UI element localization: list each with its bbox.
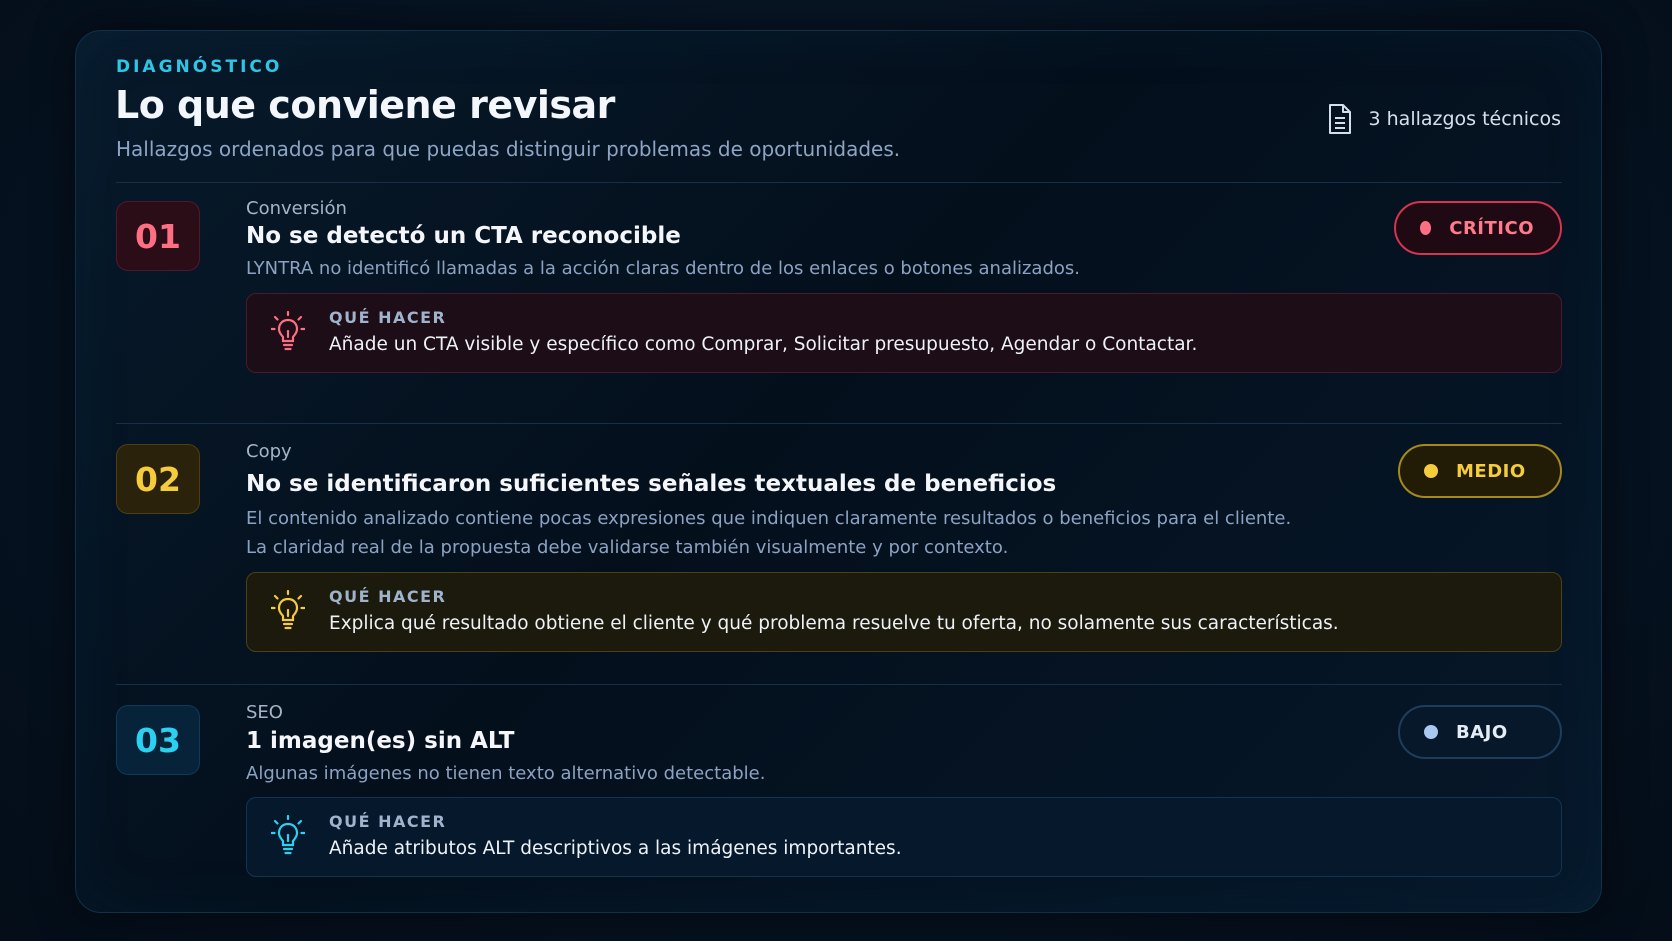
- severity-dot: [1420, 221, 1432, 235]
- finding-description-line: La claridad real de la propuesta debe va…: [246, 537, 1009, 558]
- finding-divider: [116, 684, 1562, 685]
- finding-number: 02: [116, 444, 200, 514]
- tip-label: QUÉ HACER: [329, 812, 447, 831]
- lightbulb-icon: [270, 310, 306, 355]
- diagnostic-card: DIAGNÓSTICO Lo que conviene revisar Hall…: [75, 30, 1602, 913]
- finding-description-line: LYNTRA no identificó llamadas a la acció…: [246, 258, 1081, 279]
- tip-text: Añade un CTA visible y específico como C…: [329, 334, 1198, 355]
- tip-box: QUÉ HACER Añade atributos ALT descriptiv…: [246, 797, 1562, 877]
- findings-count-label: 3 hallazgos técnicos: [1368, 108, 1562, 130]
- finding-item: 03 SEO 1 imagen(es) sin ALT Algunas imág…: [116, 702, 1562, 895]
- page-title: Lo que conviene revisar: [115, 83, 615, 127]
- finding-title: No se identificaron suficientes señales …: [246, 471, 1057, 497]
- lightbulb-icon: [270, 589, 306, 634]
- lightbulb-icon: [270, 814, 306, 859]
- section-eyebrow: DIAGNÓSTICO: [116, 57, 283, 77]
- finding-description: LYNTRA no identificó llamadas a la acció…: [246, 254, 1396, 283]
- finding-item: 02 Copy No se identificaron suficientes …: [116, 441, 1562, 654]
- findings-count: 3 hallazgos técnicos: [1327, 103, 1562, 135]
- finding-category: SEO: [246, 702, 283, 723]
- finding-number: 03: [116, 705, 200, 775]
- header-divider: [116, 182, 1562, 183]
- severity-badge: MEDIO: [1398, 444, 1562, 498]
- severity-label: BAJO: [1456, 721, 1508, 743]
- tip-label: QUÉ HACER: [329, 587, 447, 606]
- tip-box: QUÉ HACER Añade un CTA visible y específ…: [246, 293, 1562, 373]
- finding-description: El contenido analizado contiene pocas ex…: [246, 504, 1396, 562]
- severity-label: CRÍTICO: [1449, 217, 1534, 239]
- finding-title: No se detectó un CTA reconocible: [246, 223, 681, 249]
- severity-label: MEDIO: [1456, 460, 1526, 482]
- severity-dot: [1424, 725, 1438, 739]
- finding-category: Copy: [246, 441, 292, 462]
- tip-label: QUÉ HACER: [329, 308, 447, 327]
- tip-text: Explica qué resultado obtiene el cliente…: [329, 613, 1339, 634]
- finding-description-line: El contenido analizado contiene pocas ex…: [246, 508, 1292, 529]
- finding-description-line: Algunas imágenes no tienen texto alterna…: [246, 763, 766, 784]
- finding-category: Conversión: [246, 198, 347, 219]
- finding-description: Algunas imágenes no tienen texto alterna…: [246, 759, 1396, 788]
- page-subtitle: Hallazgos ordenados para que puedas dist…: [116, 137, 901, 161]
- document-icon: [1327, 103, 1353, 135]
- finding-number: 01: [116, 201, 200, 271]
- tip-text: Añade atributos ALT descriptivos a las i…: [329, 838, 902, 859]
- severity-dot: [1424, 464, 1438, 478]
- severity-badge: BAJO: [1398, 705, 1562, 759]
- tip-box: QUÉ HACER Explica qué resultado obtiene …: [246, 572, 1562, 652]
- finding-item: 01 Conversión No se detectó un CTA recon…: [116, 198, 1562, 401]
- finding-title: 1 imagen(es) sin ALT: [246, 728, 515, 754]
- severity-badge: CRÍTICO: [1394, 201, 1562, 255]
- finding-divider: [116, 423, 1562, 424]
